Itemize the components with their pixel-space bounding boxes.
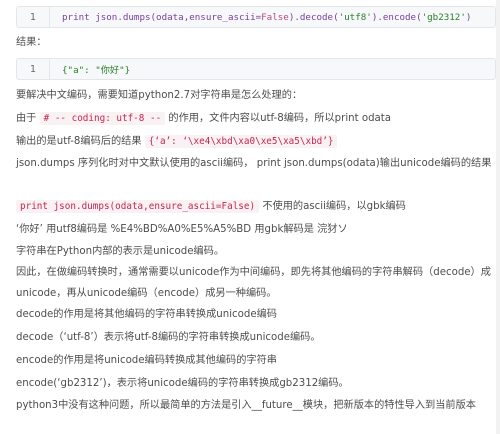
- line-number: 1: [17, 7, 50, 27]
- result-label: 结果：: [16, 37, 47, 48]
- code-block-1: 1 print json.dumps(odata,ensure_ascii=Fa…: [16, 6, 496, 28]
- line-number: 1: [17, 59, 50, 79]
- paragraph-10: decode（‘utf-8’）表示将utf-8编码的字符串转换成unicode编…: [16, 332, 321, 343]
- code-line: {"a": "你好"}: [62, 65, 131, 76]
- paragraph-12: encode(‘gb2312’)，表示将unicode编码的字符串转换成gb23…: [16, 378, 349, 389]
- paragraph-8: 因此，在做编码转换时，通常需要以unicode作为中间编码，即先将其他编码的字符…: [16, 267, 491, 299]
- paragraph-1: 要解决中文编码，需要知道python2.7对字符串是怎么处理的：: [16, 90, 303, 101]
- code-block-2: 1 {"a": "你好"}: [16, 58, 496, 80]
- paragraph-7: 字符串在Python内部的表示是unicode编码。: [16, 246, 225, 257]
- paragraph-4: json.dumps 序列化时对中文默认使用的ascii编码， print js…: [16, 158, 492, 169]
- inline-code: # -- coding: utf-8 --: [39, 112, 166, 125]
- paragraph-13: python3中没有这种问题，所以最简单的方法是引入__future__模块，把…: [16, 400, 476, 411]
- paragraph-9: decode的作用是将其他编码的字符串转换成unicode编码: [16, 309, 277, 320]
- paragraph-11: encode的作用是将unicode编码转换成其他编码的字符串: [16, 355, 277, 366]
- scrollbar[interactable]: [496, 0, 500, 434]
- inline-code: {‘a’: ‘\xe4\xbd\xa0\xe5\xa5\xbd’}: [144, 135, 338, 148]
- article-content: 1 print json.dumps(odata,ensure_ascii=Fa…: [0, 0, 500, 434]
- paragraph-6: ‘你好’ 用utf8编码是 %E4%BD%A0%E5%A5%BD 用gbk解码是…: [16, 224, 348, 235]
- code-line: print json.dumps(odata,ensure_ascii=Fals…: [62, 11, 472, 23]
- inline-code: print json.dumps(odata,ensure_ascii=Fals…: [16, 200, 260, 213]
- paragraph-2: 由于 # -- coding: utf-8 -- 的作用，文件内容以utf-8编…: [16, 112, 392, 125]
- paragraph-3: 输出的是utf-8编码后的结果 {‘a’: ‘\xe4\xbd\xa0\xe5\…: [16, 135, 338, 149]
- paragraph-5: print json.dumps(odata,ensure_ascii=Fals…: [16, 200, 406, 214]
